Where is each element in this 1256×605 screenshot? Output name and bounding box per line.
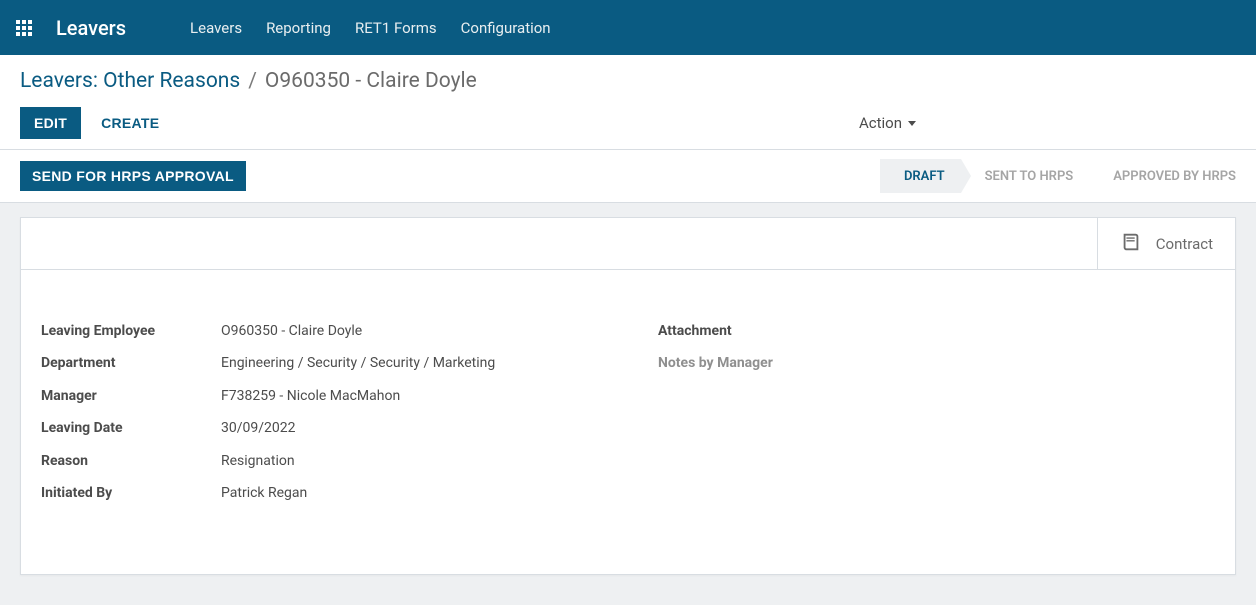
status-step-label: DRAFT	[904, 169, 945, 184]
toolbar: Edit Create Action	[0, 103, 1256, 149]
action-dropdown-label: Action	[859, 114, 902, 132]
field-value: Engineering / Security / Security / Mark…	[221, 352, 495, 374]
field-value: F738259 - Nicole MacMahon	[221, 385, 400, 407]
nav-item-ret1-forms[interactable]: RET1 Forms	[355, 19, 437, 37]
status-step-approved-by-hrps[interactable]: APPROVED BY HRPS	[1089, 159, 1236, 193]
field-row-initiated-by: Initiated ByPatrick Regan	[41, 482, 598, 504]
form-sheet: Contract Leaving EmployeeO960350 - Clair…	[20, 217, 1236, 575]
content-area: Leavers: Other Reasons / O960350 - Clair…	[0, 55, 1256, 203]
nav-item-leavers[interactable]: Leavers	[190, 19, 242, 37]
status-track: DRAFT SENT TO HRPS APPROVED BY HRPS	[880, 159, 1236, 193]
action-dropdown[interactable]: Action	[859, 114, 916, 132]
sheet-wrap: Contract Leaving EmployeeO960350 - Clair…	[0, 203, 1256, 605]
field-label: Manager	[41, 385, 221, 407]
breadcrumb-root[interactable]: Leavers: Other Reasons	[20, 69, 240, 93]
contract-button-label: Contract	[1156, 235, 1213, 253]
nav-item-reporting[interactable]: Reporting	[266, 19, 331, 37]
field-label: Department	[41, 352, 221, 374]
status-step-draft[interactable]: DRAFT	[880, 159, 961, 193]
status-step-label: APPROVED BY HRPS	[1113, 169, 1236, 184]
field-label: Notes by Manager	[658, 352, 838, 374]
status-step-label: SENT TO HRPS	[985, 169, 1074, 184]
fields-right-col: Attachment Notes by Manager	[658, 320, 1215, 514]
book-icon	[1120, 231, 1142, 257]
field-row-leaving-employee: Leaving EmployeeO960350 - Claire Doyle	[41, 320, 598, 342]
breadcrumb-sep: /	[248, 69, 257, 93]
breadcrumb: Leavers: Other Reasons / O960350 - Clair…	[0, 55, 1256, 103]
field-row-reason: ReasonResignation	[41, 450, 598, 472]
field-label: Leaving Date	[41, 417, 221, 439]
field-value: Patrick Regan	[221, 482, 307, 504]
field-label: Initiated By	[41, 482, 221, 504]
field-value: Resignation	[221, 450, 295, 472]
status-step-sent-to-hrps[interactable]: SENT TO HRPS	[961, 159, 1090, 193]
caret-down-icon	[908, 121, 916, 126]
field-row-manager: ManagerF738259 - Nicole MacMahon	[41, 385, 598, 407]
apps-icon[interactable]	[16, 20, 32, 36]
top-navbar: Leavers Leavers Reporting RET1 Forms Con…	[0, 0, 1256, 55]
field-row-leaving-date: Leaving Date30/09/2022	[41, 417, 598, 439]
field-value: O960350 - Claire Doyle	[221, 320, 362, 342]
create-button[interactable]: Create	[87, 107, 173, 139]
sheet-body: Leaving EmployeeO960350 - Claire DoyleDe…	[21, 270, 1235, 574]
contract-button[interactable]: Contract	[1097, 218, 1235, 269]
sheet-header: Contract	[21, 218, 1235, 270]
field-label: Leaving Employee	[41, 320, 221, 342]
field-label: Attachment	[658, 320, 838, 342]
send-for-hrps-approval-button[interactable]: Send for HRPS Approval	[20, 161, 246, 191]
statusbar: Send for HRPS Approval DRAFT SENT TO HRP…	[0, 149, 1256, 203]
breadcrumb-current: O960350 - Claire Doyle	[265, 69, 477, 93]
field-label: Reason	[41, 450, 221, 472]
app-brand: Leavers	[56, 16, 126, 40]
fields-left-col: Leaving EmployeeO960350 - Claire DoyleDe…	[41, 320, 598, 514]
nav-item-configuration[interactable]: Configuration	[461, 19, 551, 37]
nav-items: Leavers Reporting RET1 Forms Configurati…	[190, 19, 551, 37]
field-row-notes-by-manager: Notes by Manager	[658, 352, 1215, 374]
edit-button[interactable]: Edit	[20, 107, 81, 139]
field-value: 30/09/2022	[221, 417, 296, 439]
field-row-department: DepartmentEngineering / Security / Secur…	[41, 352, 598, 374]
field-row-attachment: Attachment	[658, 320, 1215, 342]
